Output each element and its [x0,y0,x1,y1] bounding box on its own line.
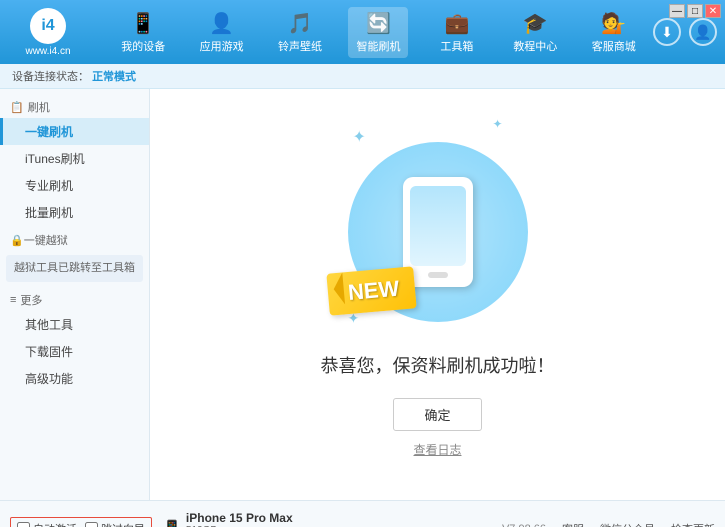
checkbox-area: 自动激活 跳过向导 [10,517,152,527]
more-section-label: 更多 [20,292,42,308]
nav-service[interactable]: 💁 客服商城 [584,7,644,58]
breadcrumb: 设备连接状态： 正常模式 [0,64,725,89]
tutorials-label: 教程中心 [513,38,557,54]
sidebar-item-download-firmware[interactable]: 下载固件 [0,338,149,365]
smart-flash-icon: 🔄 [366,11,391,36]
sidebar-more-section: ≡ 更多 [0,286,149,311]
app-header: i4 www.i4.cn 📱 我的设备 👤 应用游戏 🎵 铃声壁纸 🔄 智能刷机 [0,0,725,64]
jailbreak-notice: 越狱工具已跳转至工具箱 [6,255,143,282]
nav-ringtones[interactable]: 🎵 铃声壁纸 [270,7,330,58]
nav-smart-flash[interactable]: 🔄 智能刷机 [348,7,408,58]
more-section-icon: ≡ [10,294,16,306]
phone-screen [410,186,466,266]
confirm-button[interactable]: 确定 [393,398,481,431]
window-controls: — □ ✕ [669,4,721,18]
toolbox-label: 工具箱 [440,38,473,54]
toolbox-icon: 💼 [444,11,469,36]
breadcrumb-status: 正常模式 [92,71,136,83]
feedback-link[interactable]: 客服 [562,521,584,527]
new-ribbon: NEW [326,266,417,315]
check-update-link[interactable]: 检查更新 [671,521,715,527]
apps-games-label: 应用游戏 [200,38,244,54]
sidebar: 📋 刷机 一键刷机 iTunes刷机 专业刷机 批量刷机 🔒 一键越狱 越狱工具… [0,89,150,500]
nav-my-device[interactable]: 📱 我的设备 [113,7,173,58]
sidebar-item-other-tools[interactable]: 其他工具 [0,311,149,338]
device-info: 📱 iPhone 15 Pro Max 512GB iPhone [162,511,293,527]
sidebar-item-advanced[interactable]: 高级功能 [0,365,149,392]
ringtones-label: 铃声壁纸 [278,38,322,54]
sidebar-item-batch-flash[interactable]: 批量刷机 [0,199,149,226]
nav-toolbox[interactable]: 💼 工具箱 [427,7,487,58]
phone-home-button [428,272,448,278]
maximize-button[interactable]: □ [687,4,703,18]
flash-section-label: 刷机 [28,99,50,115]
sidebar-item-pro-flash[interactable]: 专业刷机 [0,172,149,199]
sparkle-2-icon: ✦ [492,117,502,131]
nav-tutorials[interactable]: 🎓 教程中心 [505,7,565,58]
my-device-icon: 📱 [131,11,156,36]
bottom-left: 自动激活 跳过向导 📱 iPhone 15 Pro Max 512GB iPho… [10,511,293,527]
success-message: 恭喜您，保资料刷机成功啦！ [321,352,555,378]
jailbreak-section-label: 一键越狱 [24,232,68,248]
apps-games-icon: 👤 [209,11,234,36]
bottom-right: V7.98.66 客服 微信公众号 检查更新 [502,521,715,527]
tutorials-icon: 🎓 [523,11,548,36]
service-icon: 💁 [601,11,626,36]
download-button[interactable]: ⬇ [653,18,681,46]
wechat-link[interactable]: 微信公众号 [600,521,655,527]
minimize-button[interactable]: — [669,4,685,18]
my-device-label: 我的设备 [121,38,165,54]
main-area: 📋 刷机 一键刷机 iTunes刷机 专业刷机 批量刷机 🔒 一键越狱 越狱工具… [0,89,725,500]
flash-section-icon: 📋 [10,101,24,114]
guide-exit-checkbox[interactable] [85,522,98,527]
sidebar-item-itunes-flash[interactable]: iTunes刷机 [0,145,149,172]
auto-activate-label[interactable]: 自动激活 [17,521,77,527]
nav-apps-games[interactable]: 👤 应用游戏 [192,7,252,58]
close-button[interactable]: ✕ [705,4,721,18]
sidebar-flash-section: 📋 刷机 [0,93,149,118]
main-content: ✦ ✦ ✦ NEW 恭喜您，保资料刷机成功啦！ 确定 [150,89,725,500]
device-details: iPhone 15 Pro Max 512GB iPhone [186,511,293,527]
service-label: 客服商城 [592,38,636,54]
header-right: ⬇ 👤 [653,18,717,46]
user-button[interactable]: 👤 [689,18,717,46]
sidebar-item-one-click-flash[interactable]: 一键刷机 [0,118,149,145]
app-logo: i4 www.i4.cn [8,8,88,57]
ringtones-icon: 🎵 [288,11,313,36]
lock-icon: 🔒 [10,234,24,247]
device-name: iPhone 15 Pro Max [186,511,293,525]
main-nav: 📱 我的设备 👤 应用游戏 🎵 铃声壁纸 🔄 智能刷机 💼 工具箱 🎓 [104,7,653,58]
auto-activate-checkbox[interactable] [17,522,30,527]
phone-illustration: ✦ ✦ ✦ NEW [338,132,538,332]
logo-icon: i4 [30,8,66,44]
logo-text: www.i4.cn [25,46,70,57]
guide-exit-label[interactable]: 跳过向导 [85,521,145,527]
breadcrumb-prefix: 设备连接状态： [12,71,89,83]
ribbon-text: NEW [346,275,399,304]
version-label: V7.98.66 [502,523,546,527]
device-icon: 📱 [162,519,182,527]
sidebar-jailbreak-section: 🔒 一键越狱 [0,226,149,251]
log-link[interactable]: 查看日志 [413,441,461,458]
sparkle-1-icon: ✦ [353,127,366,147]
device-bar: 自动激活 跳过向导 📱 iPhone 15 Pro Max 512GB iPho… [0,500,725,527]
smart-flash-label: 智能刷机 [356,38,400,54]
